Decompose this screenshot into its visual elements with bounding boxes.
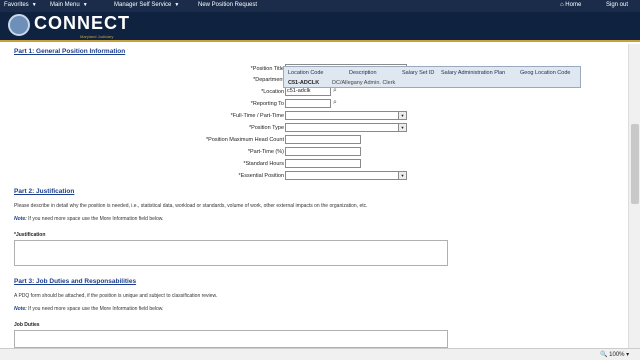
scrollbar-thumb[interactable]	[631, 124, 639, 204]
main-content: Part 1: General Position Information *Po…	[0, 44, 628, 348]
standard-hours-input[interactable]	[285, 159, 361, 168]
chevron-down-icon: ▼	[82, 2, 88, 8]
job-duties-textarea[interactable]	[14, 330, 448, 348]
favorites-label: Favorites	[4, 2, 29, 8]
manager-self-service-menu[interactable]: Manager Self Service ▼	[114, 2, 179, 8]
brand-subtitle: Maryland Judiciary	[80, 34, 114, 39]
part2-title: Part 2: Justification	[14, 188, 75, 195]
job-duties-label: Job Duties	[14, 322, 40, 328]
position-type-label: *Position Type	[248, 125, 284, 131]
location-lookup-icon[interactable]: ⌕	[333, 87, 341, 95]
main-menu[interactable]: Main Menu ▼	[50, 2, 88, 8]
main-menu-label: Main Menu	[50, 2, 80, 8]
popup-header-salary-admin-plan: Salary Administration Plan	[441, 70, 506, 76]
part3-note: Note: If you need more space use the Mor…	[14, 306, 164, 312]
chevron-down-icon: ▼	[31, 2, 37, 8]
justification-label: *Justification	[14, 232, 46, 238]
position-title-label: *Position Title	[250, 66, 284, 72]
favorites-menu[interactable]: Favorites ▼	[4, 2, 37, 8]
top-navigation-bar: Favorites ▼ Main Menu ▼ Manager Self Servi…	[0, 0, 640, 12]
popup-header-description: Description	[349, 70, 377, 76]
browser-status-bar: 🔍 100% ▾	[0, 348, 640, 360]
popup-header-location-code: Location Code	[288, 70, 324, 76]
department-label: *Department	[253, 77, 284, 83]
location-lookup-popup: Location Code Description Salary Set ID …	[283, 66, 581, 88]
popup-row-code[interactable]: C51-ADCLK	[288, 80, 319, 86]
breadcrumb-current: New Position Request	[198, 2, 258, 8]
standard-hours-label: *Standard Hours	[243, 161, 284, 167]
essential-position-label: *Essential Position	[238, 173, 284, 179]
max-head-count-input[interactable]	[285, 135, 361, 144]
chevron-down-icon: ▼	[398, 112, 406, 119]
justification-textarea[interactable]	[14, 240, 448, 266]
position-type-select[interactable]: ▼	[285, 123, 407, 132]
part-time-pct-input[interactable]	[285, 147, 361, 156]
full-part-time-label: *Full-Time / Part-Time	[230, 113, 284, 119]
part1-title: Part 1: General Position Information	[14, 48, 126, 55]
manager-self-service-label: Manager Self Service	[114, 2, 172, 8]
location-input[interactable]: c51-adclk	[285, 87, 331, 96]
chevron-down-icon: ▼	[398, 124, 406, 131]
note-label: Note:	[14, 306, 27, 312]
vertical-scrollbar[interactable]	[628, 44, 640, 348]
note-text: If you need more space use the More Info…	[26, 216, 164, 222]
location-label: *Location	[261, 89, 284, 95]
home-label: Home	[565, 2, 582, 8]
popup-header-geog-location-code: Geog Location Code	[520, 70, 571, 76]
part3-title: Part 3: Job Duties and Responsabilities	[14, 278, 137, 285]
reporting-to-lookup-icon[interactable]: ⌕	[333, 99, 341, 107]
note-text: If you need more space use the More Info…	[26, 306, 164, 312]
full-part-time-select[interactable]: ▼	[285, 111, 407, 120]
popup-header-salary-set-id: Salary Set ID	[402, 70, 435, 76]
zoom-level[interactable]: 🔍 100% ▾	[600, 351, 629, 358]
part2-note: Note: If you need more space use the Mor…	[14, 216, 164, 222]
note-label: Note:	[14, 216, 27, 222]
max-head-count-label: *Position Maximum Head Count	[206, 137, 284, 143]
reporting-to-input[interactable]	[285, 99, 331, 108]
brand-logo: CONNECT	[34, 13, 130, 33]
popup-row-description[interactable]: DC/Allegany Admin. Clerk	[332, 80, 395, 86]
part-time-pct-label: *Part-Time (%)	[247, 149, 284, 155]
zoom-value: 100%	[609, 352, 625, 358]
chevron-down-icon: ▼	[174, 2, 180, 8]
reporting-to-label: *Reporting To	[250, 101, 284, 107]
essential-position-select[interactable]: ▼	[285, 171, 407, 180]
zoom-icon: 🔍	[600, 352, 610, 358]
home-link[interactable]: ⌂ Home	[560, 2, 581, 8]
judiciary-seal-icon	[8, 14, 30, 36]
sign-out-link[interactable]: Sign out	[606, 2, 628, 8]
chevron-down-icon: ▼	[398, 172, 406, 179]
part2-description: Please describe in detail why the positi…	[14, 203, 368, 209]
part3-description: A PDQ form should be attached, if the po…	[14, 293, 218, 299]
